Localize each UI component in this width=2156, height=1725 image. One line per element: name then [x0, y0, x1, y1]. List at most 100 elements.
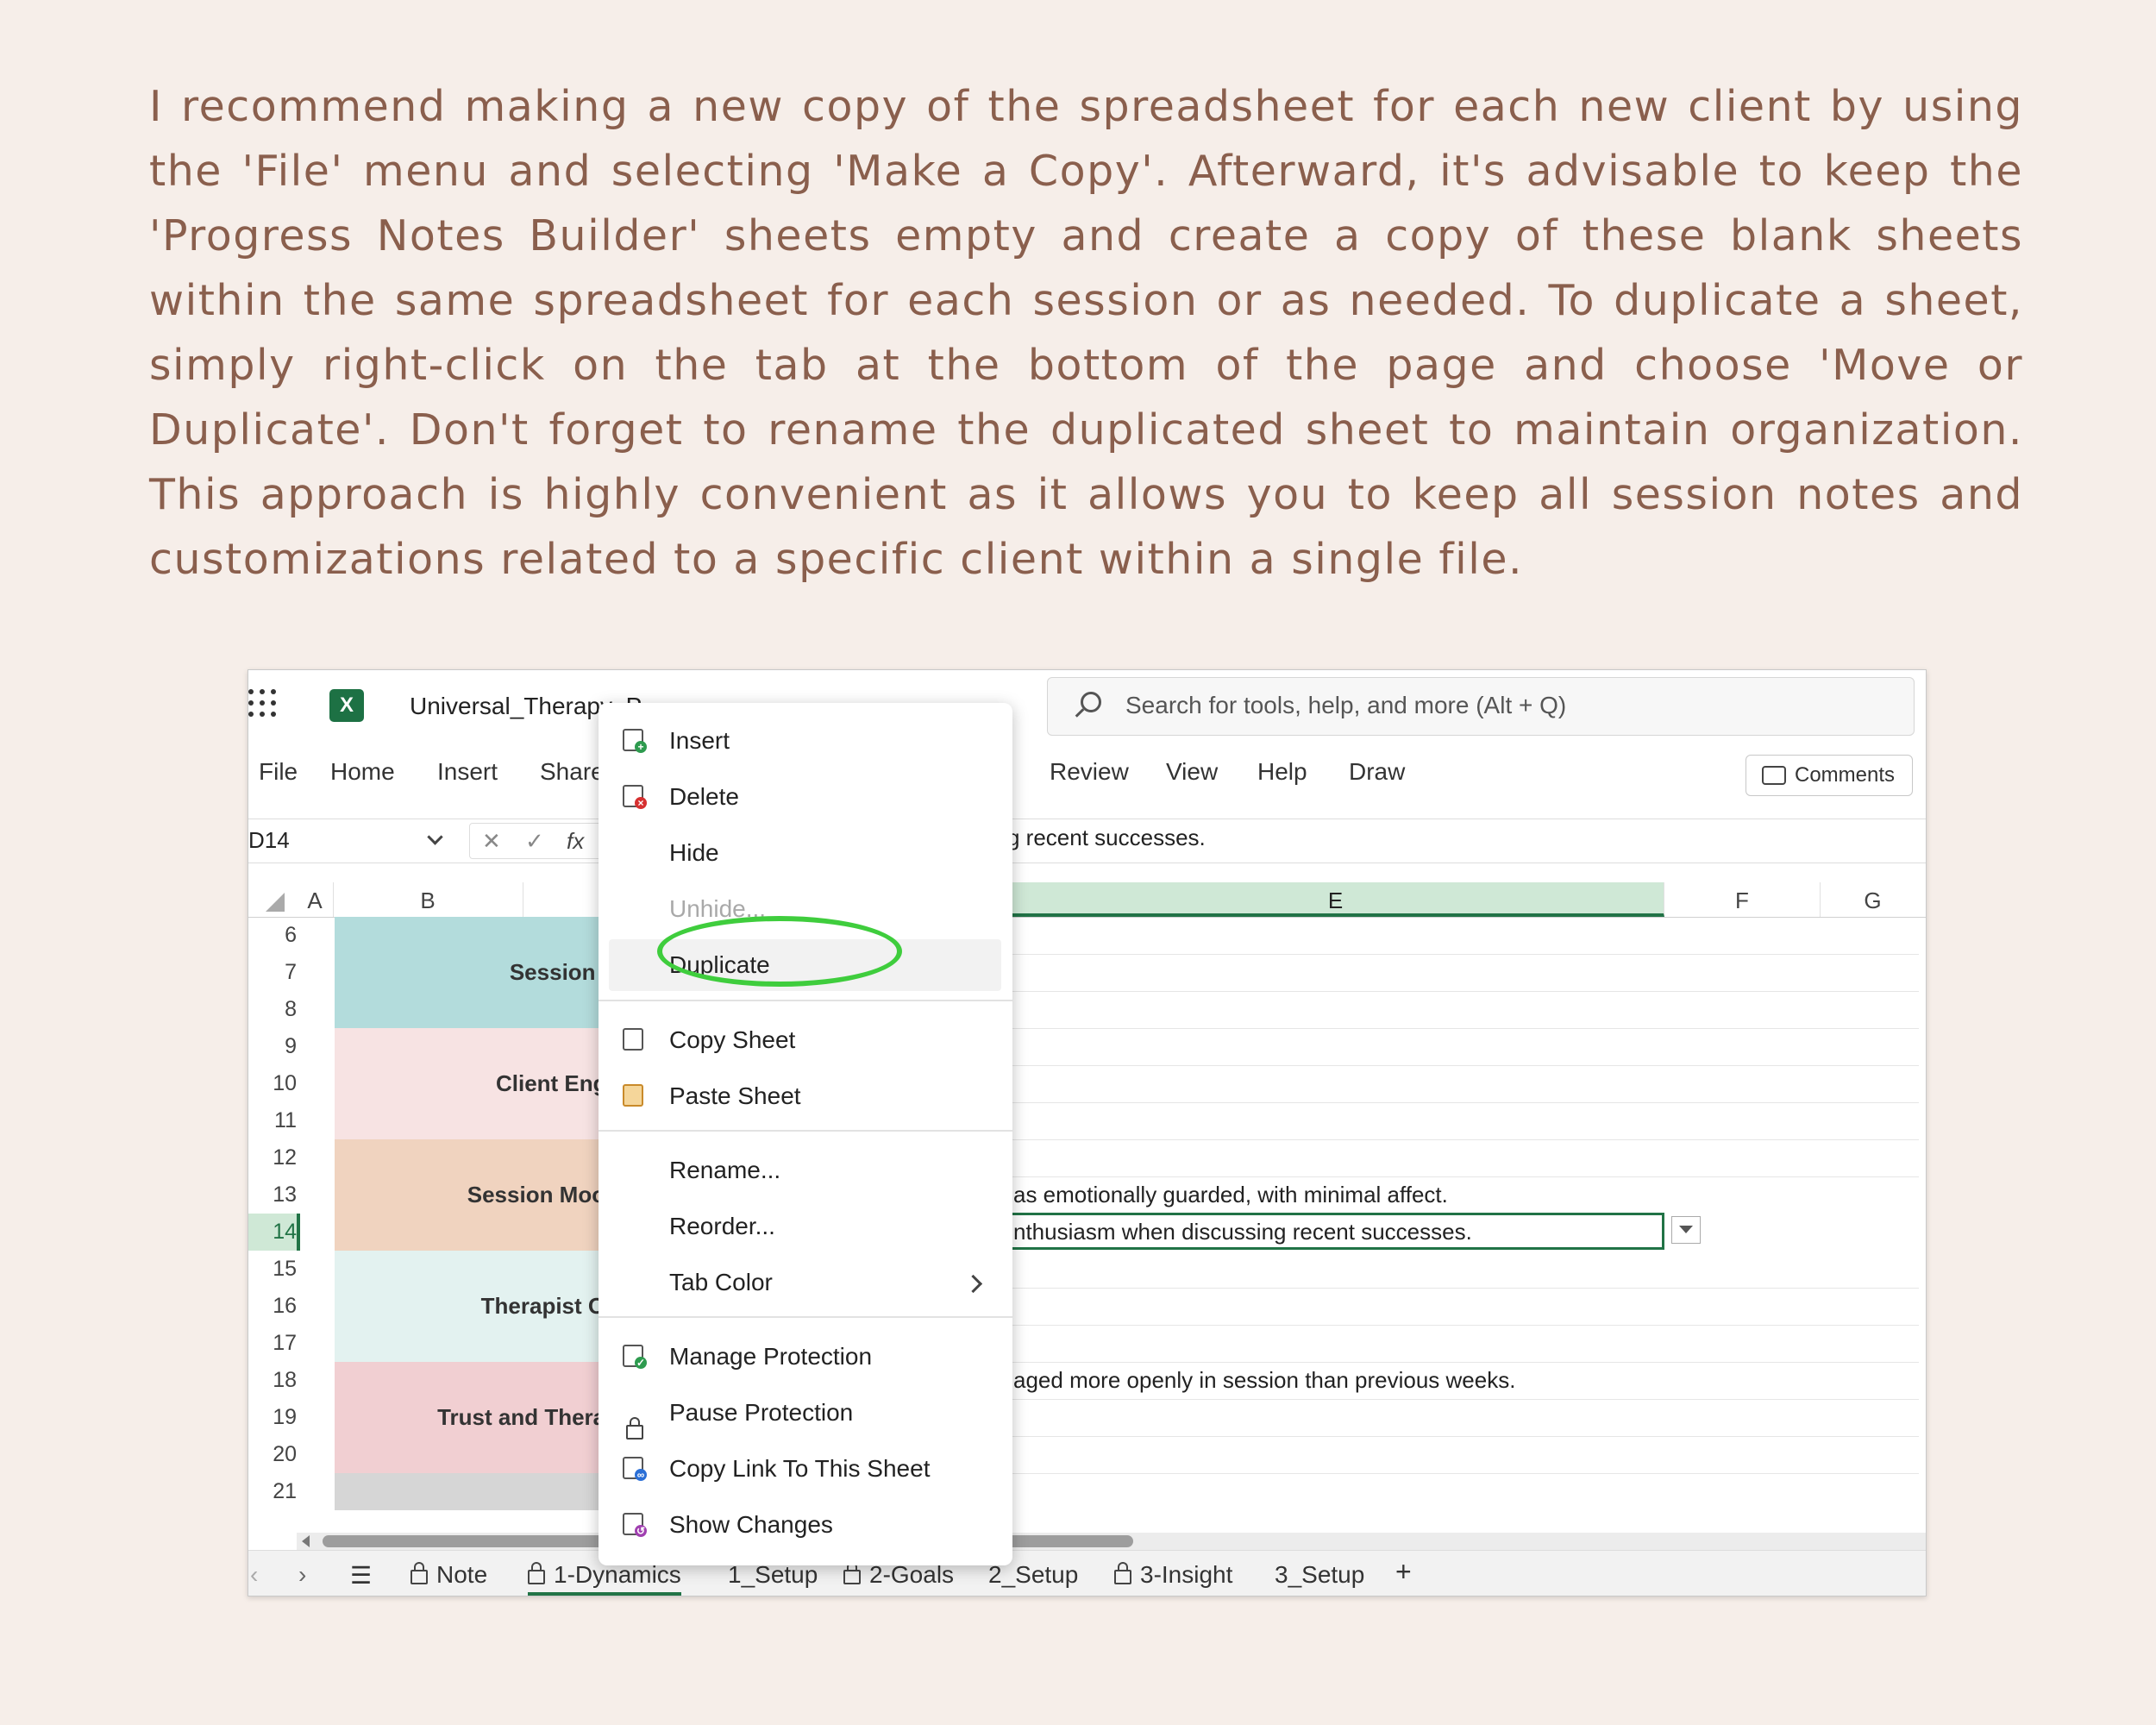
comments-label: Comments — [1795, 763, 1896, 787]
gridline — [1007, 1325, 1919, 1326]
formula-controls: ✕ ✓ fx — [469, 823, 609, 859]
tab-help[interactable]: Help — [1257, 758, 1307, 786]
section-block[interactable]: Trust and Therap — [335, 1362, 626, 1473]
row-header[interactable]: 16 — [248, 1288, 297, 1325]
lock-icon — [411, 1562, 428, 1584]
tab-file[interactable]: File — [259, 758, 298, 786]
formula-input[interactable]: g recent successes. — [1007, 825, 1206, 851]
menu-item-label: Copy Sheet — [669, 1026, 796, 1053]
all-sheets-menu-icon[interactable]: ☰ — [350, 1561, 372, 1590]
row-header[interactable]: 6 — [248, 917, 297, 954]
sheet-tab-note[interactable]: Note — [411, 1561, 487, 1589]
menu-item-delete[interactable]: × Delete — [599, 771, 1012, 823]
select-all-corner[interactable] — [266, 893, 285, 912]
cancel-icon[interactable]: ✕ — [482, 824, 501, 858]
paste-icon — [623, 1084, 643, 1107]
selected-cell[interactable] — [1002, 1213, 1664, 1250]
gridline — [1007, 1028, 1919, 1029]
tab-share[interactable]: Share — [540, 758, 605, 786]
excel-screenshot: X Universal_Therapy_P Search for tools, … — [248, 669, 1927, 1596]
row-header[interactable]: 8 — [248, 991, 297, 1028]
menu-item-manage-protection[interactable]: ✓ Manage Protection — [599, 1331, 1012, 1383]
link-sheet-icon: ∞ — [623, 1457, 647, 1481]
row-header[interactable]: 17 — [248, 1325, 297, 1362]
menu-item-copy-link[interactable]: ∞ Copy Link To This Sheet — [599, 1443, 1012, 1495]
row-header[interactable]: 12 — [248, 1139, 297, 1176]
menu-divider — [599, 1316, 1012, 1318]
gridline — [1007, 1436, 1919, 1437]
menu-item-tab-color[interactable]: Tab Color — [599, 1257, 1012, 1308]
gridline — [1007, 991, 1919, 992]
formula-bar: D14 ✕ ✓ fx g recent successes. — [248, 819, 1926, 863]
section-block[interactable]: Session O — [335, 917, 626, 1028]
row-header[interactable]: 13 — [248, 1176, 297, 1214]
row-header[interactable]: 19 — [248, 1399, 297, 1436]
row-header[interactable]: 21 — [248, 1473, 297, 1510]
column-b-header[interactable]: B — [333, 882, 523, 917]
cell-e18[interactable]: aged more openly in session than previou… — [1013, 1367, 1515, 1394]
menu-item-copy-sheet[interactable]: Copy Sheet — [599, 1014, 1012, 1066]
menu-item-label: Delete — [669, 783, 739, 810]
show-changes-icon: ↺ — [623, 1513, 647, 1537]
column-g-header[interactable]: G — [1820, 882, 1926, 917]
section-label: Trust and Therap — [437, 1404, 619, 1430]
insert-sheet-icon: + — [623, 729, 647, 753]
scroll-left-icon[interactable] — [302, 1535, 310, 1547]
column-a-header[interactable]: A — [297, 882, 334, 917]
tab-home[interactable]: Home — [330, 758, 395, 786]
menu-item-insert[interactable]: + Insert — [599, 715, 1012, 767]
search-icon — [1081, 692, 1101, 712]
instructions-paragraph: I recommend making a new copy of the spr… — [149, 82, 2023, 584]
row-header[interactable]: 18 — [248, 1362, 297, 1399]
row-header[interactable]: 11 — [248, 1102, 297, 1139]
gridline — [1007, 1102, 1919, 1103]
row-header-selected[interactable]: 14 — [248, 1214, 300, 1251]
search-input[interactable]: Search for tools, help, and more (Alt + … — [1047, 677, 1915, 736]
section-block[interactable]: Therapist Ob — [335, 1251, 626, 1362]
row-header[interactable]: 7 — [248, 954, 297, 991]
menu-item-label: Rename... — [669, 1157, 781, 1183]
menu-item-reorder[interactable]: Reorder... — [599, 1201, 1012, 1252]
column-headers: A B E F G — [248, 882, 1926, 918]
sheet-tab-setup3[interactable]: 3_Setup — [1275, 1561, 1364, 1589]
cell-e13[interactable]: as emotionally guarded, with minimal aff… — [1013, 1182, 1448, 1208]
sheet-tab-insight[interactable]: 3-Insight — [1114, 1561, 1232, 1589]
menu-item-hide[interactable]: Hide — [599, 827, 1012, 879]
menu-item-show-changes[interactable]: ↺ Show Changes — [599, 1499, 1012, 1551]
delete-sheet-icon: × — [623, 785, 647, 809]
menu-item-paste-sheet[interactable]: Paste Sheet — [599, 1070, 1012, 1122]
section-block[interactable]: Client Enga — [335, 1028, 626, 1139]
row-header[interactable]: 9 — [248, 1028, 297, 1065]
horizontal-scrollbar[interactable] — [297, 1533, 1926, 1550]
column-e-header[interactable]: E — [1007, 882, 1664, 917]
tab-review[interactable]: Review — [1050, 758, 1129, 786]
add-sheet-button[interactable]: + — [1395, 1556, 1412, 1588]
column-f-header[interactable]: F — [1664, 882, 1821, 917]
tab-view[interactable]: View — [1166, 758, 1218, 786]
confirm-icon[interactable]: ✓ — [525, 824, 544, 858]
row-header[interactable]: 20 — [248, 1436, 297, 1473]
gridline — [1007, 1288, 1919, 1289]
section-block[interactable] — [335, 1473, 626, 1510]
row-header[interactable]: 15 — [248, 1251, 297, 1288]
tab-draw[interactable]: Draw — [1349, 758, 1405, 786]
menu-item-label: Reorder... — [669, 1213, 775, 1239]
dropdown-arrow-icon[interactable] — [1671, 1216, 1701, 1244]
prev-sheet-icon[interactable]: ‹ — [250, 1561, 258, 1589]
menu-item-label: Show Changes — [669, 1511, 833, 1538]
menu-item-label: Manage Protection — [669, 1343, 873, 1370]
next-sheet-icon[interactable]: › — [298, 1561, 306, 1589]
menu-item-pause-protection[interactable]: Pause Protection — [599, 1387, 1012, 1440]
row-header[interactable]: 10 — [248, 1065, 297, 1102]
section-block[interactable]: Session Mood — [335, 1139, 626, 1251]
gridline — [1007, 1139, 1919, 1140]
menu-item-rename[interactable]: Rename... — [599, 1145, 1012, 1196]
unlock-icon — [626, 1404, 649, 1440]
tab-insert[interactable]: Insert — [437, 758, 498, 786]
fx-icon[interactable]: fx — [567, 824, 584, 858]
app-launcher-icon[interactable] — [248, 689, 283, 724]
manage-protection-icon: ✓ — [623, 1345, 647, 1369]
name-box[interactable]: D14 — [248, 819, 455, 861]
comments-button[interactable]: Comments — [1745, 755, 1913, 796]
sheet-tab-dynamics[interactable]: 1-Dynamics — [528, 1561, 681, 1596]
